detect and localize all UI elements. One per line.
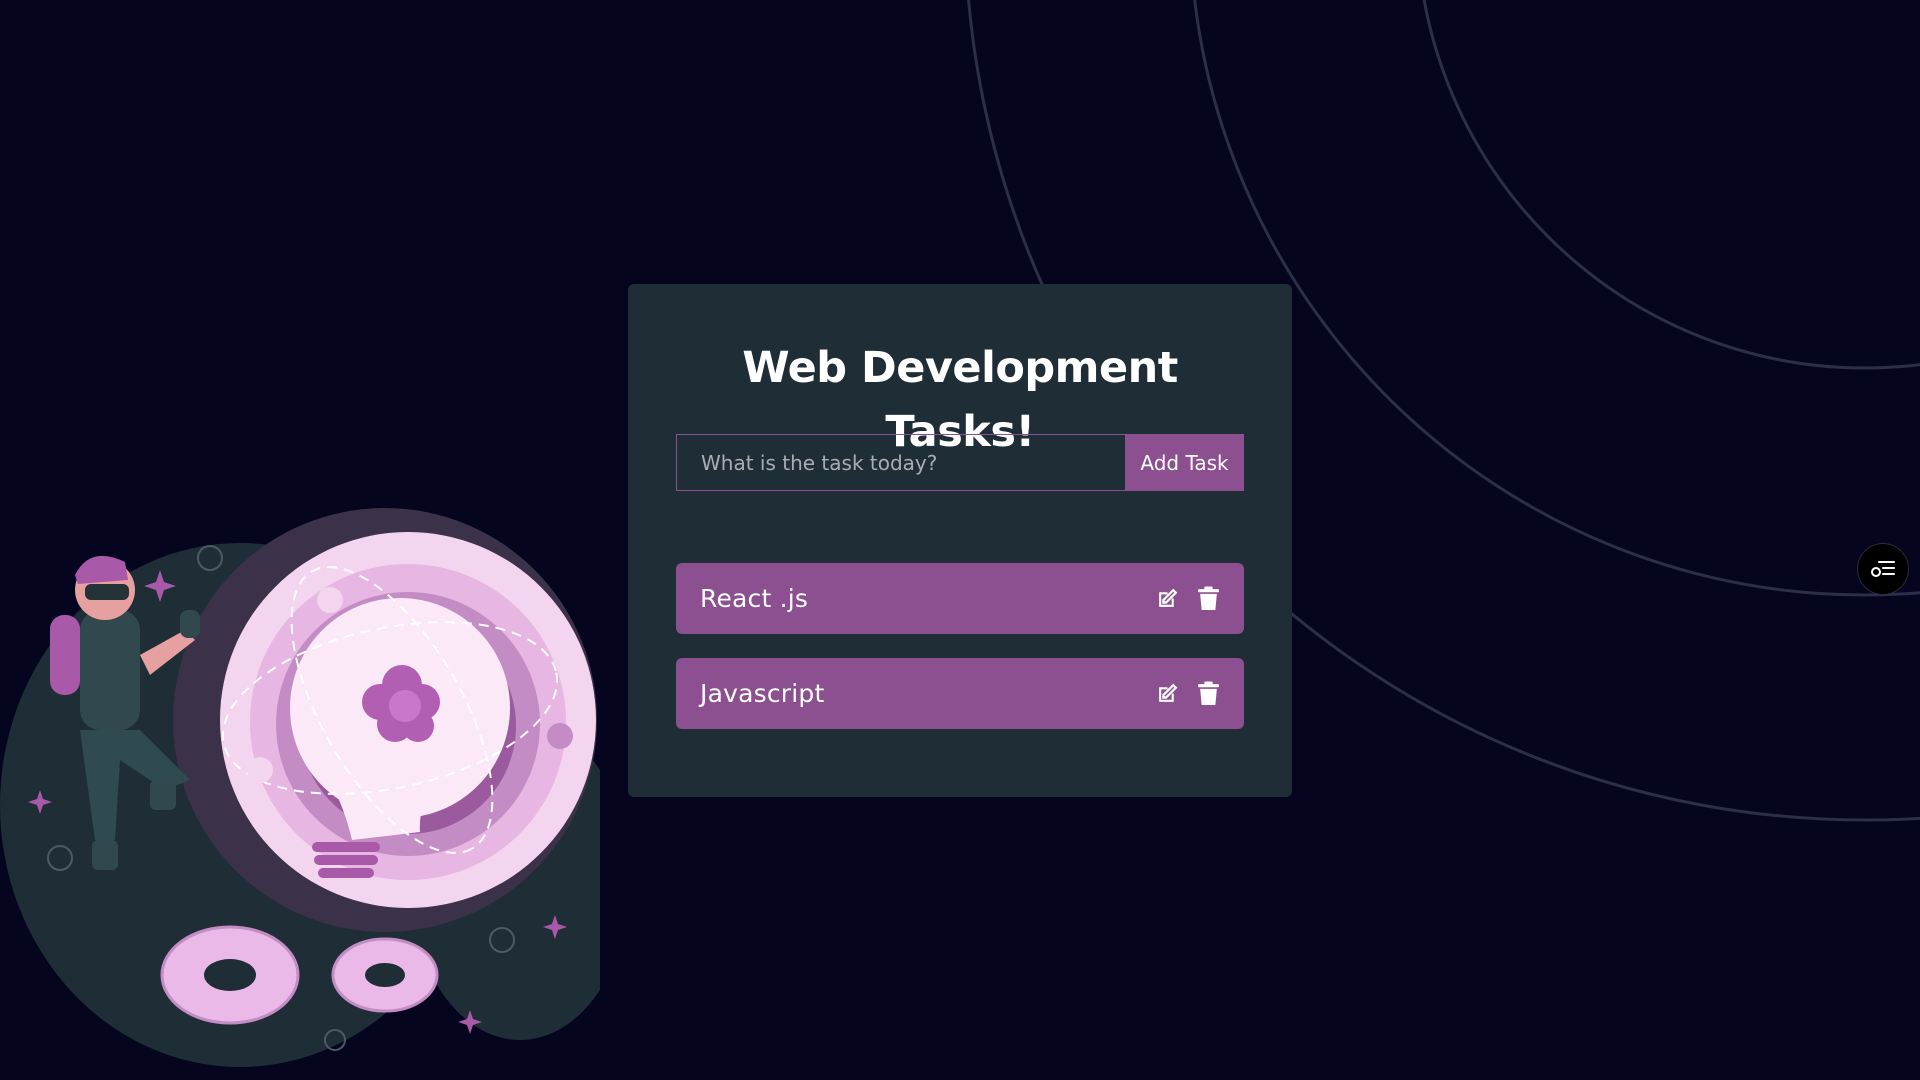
trash-icon[interactable]	[1195, 585, 1222, 612]
task-list: React .js Javascript	[676, 563, 1244, 729]
task-input[interactable]	[676, 434, 1125, 491]
task-actions	[1154, 585, 1222, 612]
task-text[interactable]: Javascript	[700, 679, 824, 708]
page-title: Web Development Tasks!	[742, 343, 1178, 457]
trash-icon[interactable]	[1195, 680, 1222, 707]
edit-icon[interactable]	[1154, 585, 1181, 612]
task-list-icon	[1871, 561, 1895, 577]
task-form: Add Task	[676, 434, 1244, 491]
add-task-button[interactable]: Add Task	[1125, 434, 1244, 491]
task-item: React .js	[676, 563, 1244, 634]
side-panel-button[interactable]	[1857, 543, 1909, 595]
task-actions	[1154, 680, 1222, 707]
edit-icon[interactable]	[1154, 680, 1181, 707]
task-text[interactable]: React .js	[700, 584, 808, 613]
task-item: Javascript	[676, 658, 1244, 729]
task-card: Web Development Tasks! Add Task React .j…	[628, 284, 1292, 797]
lightbulb-illustration	[0, 508, 600, 1067]
